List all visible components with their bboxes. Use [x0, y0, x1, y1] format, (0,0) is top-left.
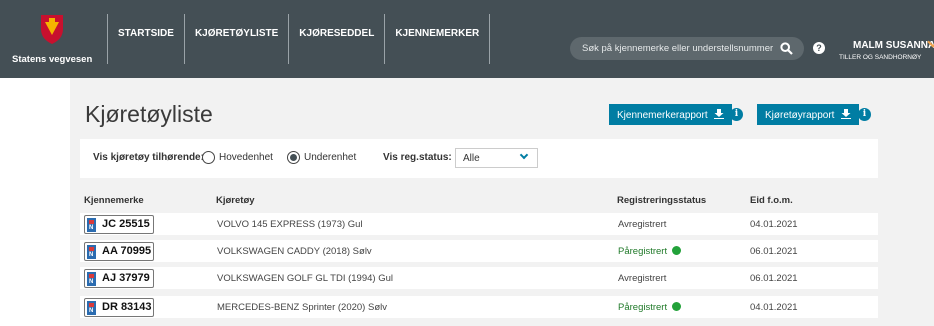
status-select[interactable]: Alle — [455, 148, 538, 168]
plate-country-code: N — [89, 225, 94, 231]
filter-bar: Vis kjøretøy tilhørende: Hovedenhet Unde… — [80, 139, 878, 178]
norway-flag-icon: N — [87, 301, 96, 315]
status-active-dot-icon — [672, 302, 682, 311]
nav-kjoreseddel[interactable]: KJØRESEDDEL — [288, 14, 384, 64]
coat-of-arms-icon — [41, 15, 63, 44]
owner-filter-label: Vis kjøretøy tilhørende: — [93, 152, 204, 163]
plate-number: JC 25515 — [102, 218, 150, 230]
top-navigation-bar: Statens vegvesen STARTSIDE KJØRETØYLISTE… — [0, 0, 934, 78]
plate-number: AA 70995 — [102, 245, 152, 257]
license-plate[interactable]: N DR 83143 — [84, 298, 154, 317]
norway-flag-icon: N — [87, 245, 96, 259]
download-icon — [841, 109, 852, 119]
status-cell: Påregistrert — [618, 246, 682, 257]
norway-flag-icon: N — [87, 272, 96, 286]
search-icon[interactable] — [780, 42, 793, 55]
norway-flag-icon: N — [87, 218, 96, 232]
column-header-owned-from[interactable]: Eid f.o.m. — [750, 195, 793, 206]
nav-startside[interactable]: STARTSIDE — [107, 14, 184, 64]
logo-text: Statens vegvesen — [12, 54, 93, 65]
owned-from-cell: 06.01.2021 — [750, 246, 798, 257]
plates-report-info-icon[interactable]: i — [730, 108, 743, 121]
table-row[interactable]: N JC 25515 VOLVO 145 EXPRESS (1973) Gul … — [80, 213, 878, 235]
vehicle-cell: VOLVO 145 EXPRESS (1973) Gul — [217, 219, 363, 230]
main-nav: STARTSIDE KJØRETØYLISTE KJØRESEDDEL KJEN… — [107, 14, 491, 64]
vehicle-cell: VOLKSWAGEN GOLF GL TDI (1994) Gul — [217, 273, 393, 284]
radio-hovedenhet[interactable] — [202, 151, 215, 164]
table-row[interactable]: N AA 70995 VOLKSWAGEN CADDY (2018) Sølv … — [80, 240, 878, 262]
status-cell: Påregistrert — [618, 302, 682, 313]
statens-vegvesen-logo[interactable]: Statens vegvesen — [12, 13, 94, 71]
table-row[interactable]: N DR 83143 MERCEDES-BENZ Sprinter (2020)… — [80, 296, 878, 318]
vehicle-cell: VOLKSWAGEN CADDY (2018) Sølv — [217, 246, 372, 257]
chevron-down-icon — [519, 150, 529, 160]
vehicle-cell: MERCEDES-BENZ Sprinter (2020) Sølv — [217, 302, 387, 313]
user-name[interactable]: MALM SUSANNA — [853, 40, 934, 51]
status-active-dot-icon — [672, 246, 682, 255]
plate-number: DR 83143 — [102, 301, 152, 313]
search-input[interactable]: Søk på kjennemerke eller understellsnumm… — [570, 37, 804, 60]
plate-country-code: N — [89, 279, 94, 285]
status-cell: Avregistrert — [618, 273, 667, 284]
status-filter-label: Vis reg.status: — [383, 152, 452, 163]
nav-kjennemerker[interactable]: KJENNEMERKER — [384, 14, 491, 64]
status-cell: Avregistrert — [618, 219, 667, 230]
nav-kjoretoyliste[interactable]: KJØRETØYLISTE — [183, 14, 288, 64]
table-row[interactable]: N AJ 37979 VOLKSWAGEN GOLF GL TDI (1994)… — [80, 267, 878, 289]
status-text: Påregistrert — [618, 302, 668, 313]
column-header-vehicle[interactable]: Kjøretøy — [216, 195, 255, 206]
user-organization: TILLER OG SANDHORNØY — [839, 54, 922, 61]
vehicle-report-info-icon[interactable]: i — [858, 108, 871, 121]
plates-report-label: Kjennemerkerapport — [617, 110, 708, 121]
vehicle-report-button[interactable]: Kjøretøyrapport — [757, 104, 860, 125]
radio-underenhet[interactable] — [287, 151, 300, 164]
plate-number: AJ 37979 — [102, 272, 150, 284]
search-placeholder: Søk på kjennemerke eller understellsnumm… — [582, 43, 774, 54]
plate-country-code: N — [89, 252, 94, 258]
page-title: Kjøretøyliste — [85, 101, 213, 127]
owned-from-cell: 04.01.2021 — [750, 219, 798, 230]
column-header-plate[interactable]: Kjennemerke — [84, 195, 144, 206]
status-select-value: Alle — [463, 153, 480, 164]
owned-from-cell: 06.01.2021 — [750, 273, 798, 284]
license-plate[interactable]: N AA 70995 — [84, 242, 154, 261]
radio-underenhet-label[interactable]: Underenhet — [304, 152, 356, 163]
plates-report-button[interactable]: Kjennemerkerapport — [609, 104, 733, 125]
download-icon — [714, 109, 725, 119]
license-plate[interactable]: N AJ 37979 — [84, 269, 154, 288]
status-text: Påregistrert — [618, 246, 668, 257]
vehicle-report-label: Kjøretøyrapport — [765, 110, 835, 121]
help-icon[interactable]: ? — [813, 42, 825, 54]
column-header-status[interactable]: Registreringsstatus — [617, 195, 706, 206]
radio-hovedenhet-label[interactable]: Hovedenhet — [219, 152, 273, 163]
license-plate[interactable]: N JC 25515 — [84, 215, 154, 234]
plate-country-code: N — [89, 308, 94, 314]
owned-from-cell: 04.01.2021 — [750, 302, 798, 313]
